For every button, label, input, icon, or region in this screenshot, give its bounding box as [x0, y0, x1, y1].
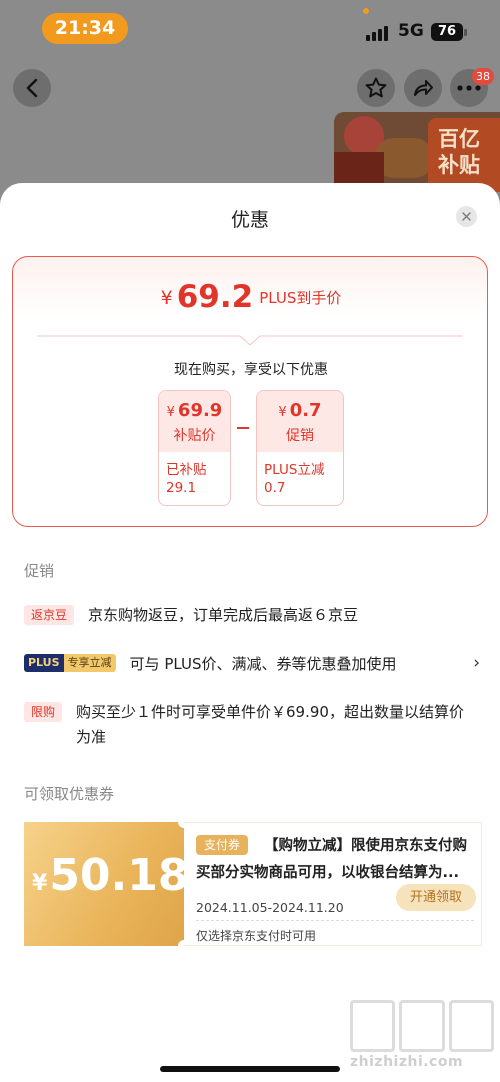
close-icon: [462, 212, 471, 221]
subsidy-detail-value: 29.1: [166, 480, 197, 496]
share-icon: [414, 80, 433, 96]
currency-symbol: ¥: [166, 405, 175, 420]
promotion-label: 促销: [286, 428, 314, 444]
watermark: zhizhizhi.com: [350, 1000, 500, 1082]
final-price-value: 69.2: [176, 279, 254, 315]
promo-row-cashback: 返京豆 京东购物返豆，订单完成后最高返６京豆: [24, 603, 484, 628]
divider-with-pointer: [37, 335, 463, 346]
more-icon: [457, 85, 481, 91]
claim-coupon-button[interactable]: 开通领取: [396, 884, 476, 911]
discount-subtitle: 现在购买，享受以下优惠: [174, 362, 328, 378]
coupon-type-tag: 支付券: [196, 835, 249, 855]
coupon-date-range: 2024.11.05-2024.11.20: [196, 900, 344, 915]
favorite-button[interactable]: [357, 69, 395, 107]
promotion-value: 0.7: [289, 400, 322, 421]
promotion-detail-label: PLUS立减: [264, 462, 325, 478]
promo-text: 可与 PLUS价、满减、券等优惠叠加使用: [129, 655, 397, 673]
battery-tip: [464, 29, 467, 36]
chevron-right-icon: ›: [473, 653, 480, 673]
final-price-label: PLUS到手价: [259, 289, 342, 307]
notification-badge: 38: [472, 68, 494, 85]
promo-tag: 返京豆: [24, 605, 75, 625]
recording-indicator-dot: [363, 8, 369, 14]
promo-row-plus[interactable]: PLUS 专享立减 可与 PLUS价、满减、券等优惠叠加使用 ›: [24, 652, 484, 677]
status-time: 21:34: [42, 13, 128, 44]
price-summary-card: ¥69.2 PLUS到手价 现在购买，享受以下优惠 ¥69.9 补贴价 已补贴 2…: [12, 256, 488, 527]
chevron-left-icon: [26, 78, 38, 98]
final-price: ¥69.2 PLUS到手价: [13, 279, 489, 315]
currency-symbol: ¥: [278, 405, 287, 420]
discount-sheet: 优惠 ¥69.2 PLUS到手价 现在购买，享受以下优惠 ¥69.9 补贴价 已补…: [0, 183, 500, 1082]
coupon-card: ¥50.18 【购物立减】限使用京东支付购买部分实物商品可用，以收银台结算为..…: [24, 816, 482, 952]
signal-icon: [366, 24, 388, 41]
promotions-section-label: 促销: [24, 562, 55, 580]
back-button[interactable]: [13, 69, 51, 107]
coupon-amount: ¥50.18: [32, 850, 189, 901]
currency-symbol: ¥: [32, 871, 48, 896]
home-indicator[interactable]: [160, 1066, 340, 1072]
status-bar: 21:34 5G 76: [0, 0, 500, 56]
share-button[interactable]: [404, 69, 442, 107]
promo-tag: 限购: [24, 702, 63, 722]
promo-text: 购买至少１件时可享受单件价￥69.90，超出数量以结算价为准: [76, 703, 464, 746]
plus-tag-type: 专享立减: [63, 654, 116, 672]
network-type: 5G: [398, 21, 424, 41]
coupon-note: 仅选择京东支付时可用: [196, 929, 317, 943]
subsidy-price-label: 补贴价: [173, 428, 216, 444]
promotion-detail-value: 0.7: [264, 480, 286, 496]
coupon-detail-panel: 【购物立减】限使用京东支付购买部分实物商品可用，以收银台结算为... 支付券 2…: [184, 822, 482, 946]
subsidy-detail-label: 已补贴: [166, 462, 207, 478]
subsidy-banner: 百亿补贴: [428, 118, 500, 192]
promo-text: 京东购物返豆，订单完成后最高返６京豆: [88, 606, 359, 624]
sheet-title: 优惠: [230, 209, 269, 231]
subsidy-price-box: ¥69.9 补贴价 已补贴 29.1: [158, 390, 231, 506]
watermark-logo: [350, 1000, 494, 1052]
coupon-amount-panel: ¥50.18: [24, 816, 190, 952]
subsidy-price-value: 69.9: [177, 400, 223, 421]
battery-icon: 76: [431, 23, 463, 41]
plus-tag-brand: PLUS: [24, 654, 64, 672]
watermark-text: zhizhizhi.com: [350, 1054, 464, 1070]
coupon-amount-value: 50.18: [49, 850, 189, 901]
promotion-box: ¥0.7 促销 PLUS立减 0.7: [256, 390, 344, 506]
plus-tag: PLUS 专享立减: [24, 654, 116, 672]
promo-row-limit: 限购 购买至少１件时可享受单件价￥69.90，超出数量以结算价为准: [24, 700, 484, 750]
minus-sign: [237, 427, 249, 429]
coupon-divider: [196, 920, 474, 921]
close-button[interactable]: [456, 206, 477, 227]
coupons-section-label: 可领取优惠券: [24, 785, 115, 803]
star-icon: [365, 77, 387, 98]
currency-symbol: ¥: [160, 287, 173, 309]
